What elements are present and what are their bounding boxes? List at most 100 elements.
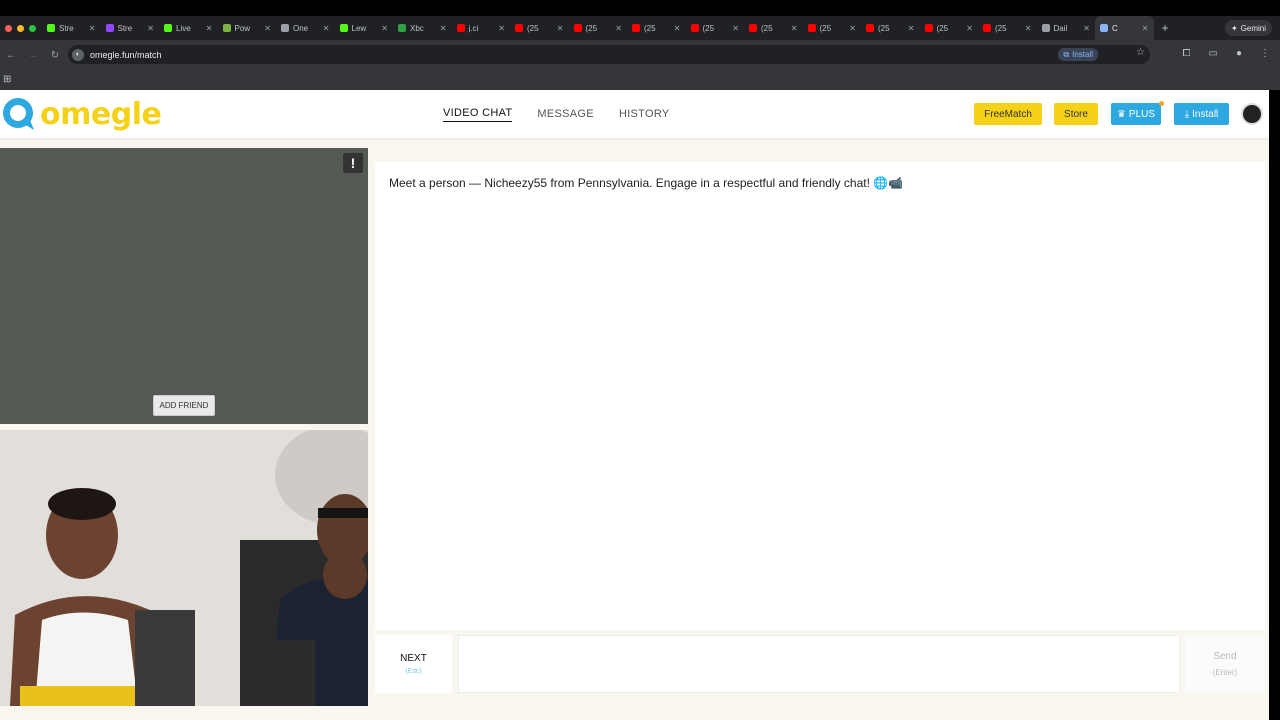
gemini-button[interactable]: ✦ Gemini (1224, 20, 1272, 36)
send-button[interactable]: Send (Enter) (1185, 635, 1265, 693)
play-icon (164, 24, 172, 32)
next-button[interactable]: NEXT (Esc) (375, 635, 452, 693)
install-button[interactable]: ⤓ Install (1174, 103, 1229, 125)
tab-list: Stre ✕ Stre ✕ Live ✕ Pow ✕ One ✕ Lew ✕ Xbc ✕ j.ci ✕ (25 ✕… (42, 16, 1154, 40)
extensions-icon[interactable]: ⧠ (1183, 48, 1191, 59)
youtube-icon (924, 24, 933, 32)
logo-text: omegle (40, 96, 162, 132)
twitch-icon (105, 24, 114, 32)
browser-tab[interactable]: (25 ✕ (510, 16, 569, 40)
close-tab-icon[interactable]: ✕ (323, 24, 330, 33)
close-tab-icon[interactable]: ✕ (440, 24, 447, 33)
kick-icon (47, 24, 55, 32)
browser-tab[interactable]: (25 ✕ (627, 16, 686, 40)
site-info-icon[interactable]: ◐ (72, 48, 84, 61)
report-button[interactable]: ! (343, 153, 363, 173)
minimize-window-button[interactable] (17, 24, 24, 32)
close-tab-icon[interactable]: ✕ (557, 24, 564, 33)
close-tab-icon[interactable]: ✕ (908, 24, 915, 33)
browser-tab[interactable]: j.ci ✕ (452, 16, 511, 40)
scrollbar[interactable] (1269, 90, 1280, 720)
notification-dot (1159, 101, 1164, 106)
forward-icon[interactable]: → (22, 50, 44, 61)
close-tab-icon[interactable]: ✕ (89, 24, 96, 33)
media-icon[interactable]: ▭ (1209, 48, 1218, 59)
browser-tab[interactable]: Dail ✕ (1037, 16, 1096, 40)
close-tab-icon[interactable]: ✕ (791, 24, 798, 33)
reload-icon[interactable]: ↻ (44, 50, 66, 61)
browser-tab[interactable]: Pow ✕ (218, 16, 277, 40)
xbox-icon (398, 24, 406, 32)
close-window-button[interactable] (5, 24, 12, 32)
youtube-icon (866, 24, 874, 32)
tab-title: (25 (644, 23, 656, 33)
omegle-page: omegle VIDEO CHAT MESSAGE HISTORY FreeMa… (0, 90, 1269, 720)
chat-controls: NEXT (Esc) Send (Enter) (375, 635, 1265, 695)
download-icon: ⤓ (1184, 108, 1190, 120)
browser-tab[interactable]: One ✕ (276, 16, 335, 40)
chat-log: Meet a person — Nicheezy55 from Pennsylv… (375, 162, 1265, 630)
close-tab-icon[interactable]: ✕ (1025, 24, 1032, 33)
close-tab-icon[interactable]: ✕ (206, 24, 213, 33)
url-bar[interactable]: ◐ omegle.fun/match ⧉ Install ☆ (68, 45, 1150, 64)
install-label: Install (1192, 108, 1219, 120)
close-tab-icon[interactable]: ✕ (381, 24, 388, 33)
nav-history[interactable]: HISTORY (619, 108, 670, 120)
tab-title: C (1112, 23, 1118, 33)
browser-tab[interactable]: Lew ✕ (335, 16, 394, 40)
tab-title: Pow (234, 23, 251, 33)
close-tab-icon[interactable]: ✕ (615, 24, 622, 33)
browser-tab[interactable]: C ✕ (1095, 16, 1154, 40)
globe-icon (281, 24, 289, 32)
plus-button[interactable]: ♛ PLUS (1111, 103, 1161, 125)
user-avatar[interactable] (1241, 103, 1263, 125)
webcam-feed-illustration (0, 430, 368, 706)
window-controls (0, 24, 42, 32)
youtube-icon (632, 24, 640, 32)
bookmarks-bar: ⊞ (0, 70, 1280, 90)
message-input[interactable] (458, 635, 1180, 693)
back-icon[interactable]: ← (0, 50, 22, 61)
browser-tab[interactable]: (25 ✕ (686, 16, 745, 40)
maximize-window-button[interactable] (29, 24, 36, 32)
install-app-icon: ⧉ (1063, 49, 1070, 59)
install-app-chip[interactable]: ⧉ Install (1058, 48, 1098, 61)
profile-icon[interactable]: ● (1236, 48, 1242, 59)
close-tab-icon[interactable]: ✕ (674, 24, 681, 33)
nav-message[interactable]: MESSAGE (537, 108, 594, 120)
browser-tab[interactable]: (25 ✕ (920, 16, 979, 40)
omegle-logo[interactable]: omegle (0, 96, 162, 132)
address-bar-row: ← → ↻ ◐ omegle.fun/match ⧉ Install ☆ ⧠ ▭… (0, 40, 1280, 70)
freematch-button[interactable]: FreeMatch (974, 103, 1042, 125)
new-tab-button[interactable]: + (1154, 21, 1177, 35)
nav-video-chat[interactable]: VIDEO CHAT (443, 107, 513, 122)
browser-tab[interactable]: (25 ✕ (978, 16, 1037, 40)
add-friend-button[interactable]: ADD FRIEND (153, 395, 215, 416)
browser-tab[interactable]: (25 ✕ (569, 16, 628, 40)
site-header: omegle VIDEO CHAT MESSAGE HISTORY FreeMa… (0, 90, 1269, 138)
close-tab-icon[interactable]: ✕ (1083, 24, 1090, 33)
browser-tab[interactable]: (25 ✕ (744, 16, 803, 40)
close-tab-icon[interactable]: ✕ (849, 24, 856, 33)
close-tab-icon[interactable]: ✕ (1142, 24, 1149, 33)
close-tab-icon[interactable]: ✕ (498, 24, 505, 33)
close-tab-icon[interactable]: ✕ (147, 24, 154, 33)
browser-tab[interactable]: Xbc ✕ (393, 16, 452, 40)
browser-tab[interactable]: (25 ✕ (861, 16, 920, 40)
browser-tab[interactable]: Live ✕ (159, 16, 218, 40)
tab-title: (25 (995, 23, 1007, 33)
send-label: Send (1213, 651, 1237, 662)
browser-tab[interactable]: (25 ✕ (803, 16, 862, 40)
menu-icon[interactable]: ⋮ (1260, 48, 1270, 59)
store-button[interactable]: Store (1054, 103, 1098, 125)
self-video (0, 430, 368, 706)
install-chip-label: Install (1072, 50, 1093, 59)
close-tab-icon[interactable]: ✕ (966, 24, 973, 33)
system-message: Meet a person — Nicheezy55 from Pennsylv… (389, 176, 904, 190)
bookmark-star-icon[interactable]: ☆ (1136, 47, 1145, 58)
browser-tab[interactable]: Stre ✕ (101, 16, 160, 40)
browser-tab[interactable]: Stre ✕ (42, 16, 101, 40)
close-tab-icon[interactable]: ✕ (732, 24, 739, 33)
close-tab-icon[interactable]: ✕ (264, 24, 271, 33)
apps-grid-icon[interactable]: ⊞ (3, 74, 11, 85)
